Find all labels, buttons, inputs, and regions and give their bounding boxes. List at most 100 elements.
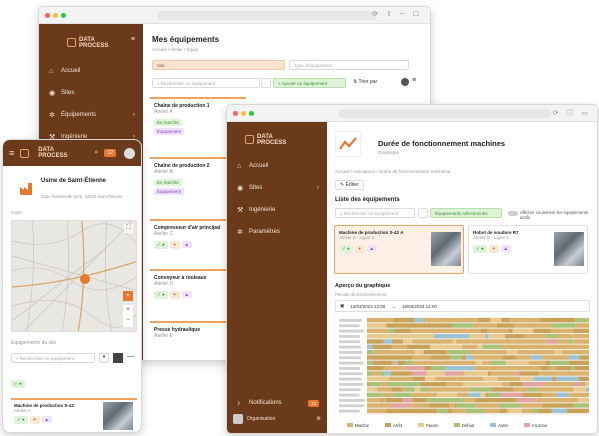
state-segment bbox=[559, 398, 578, 403]
row-label bbox=[339, 377, 362, 381]
legend-item[interactable]: Arrêt bbox=[384, 423, 402, 428]
state-segment bbox=[464, 408, 486, 413]
active-filter-chip[interactable]: ✓ ● bbox=[11, 372, 41, 388]
address-bar[interactable] bbox=[157, 11, 377, 20]
page-title: Durée de fonctionnement machines bbox=[378, 139, 506, 148]
state-segment bbox=[418, 408, 438, 413]
nav-item-notifications[interactable]: ♪ Notifications 12 bbox=[227, 392, 327, 414]
legend-item[interactable]: Autre bbox=[490, 423, 508, 428]
state-segment bbox=[377, 387, 392, 392]
nav-item-home[interactable]: ⌂ Accueil bbox=[227, 155, 327, 177]
hamburger-icon[interactable]: ≡ bbox=[9, 148, 14, 158]
filter-icon-button[interactable] bbox=[261, 78, 271, 88]
state-segment bbox=[367, 408, 387, 413]
type-filter[interactable]: Type d'équipement bbox=[289, 60, 409, 70]
state-segment bbox=[451, 323, 473, 328]
state-segment bbox=[372, 371, 380, 376]
state-segment bbox=[390, 371, 412, 376]
nav-item-sites[interactable]: ◉ Sites bbox=[39, 82, 143, 104]
equipment-card[interactable]: Robot de soudure R7 Atelier B · Ligne 3 ✓… bbox=[468, 225, 588, 274]
timeline-chart[interactable] bbox=[335, 317, 593, 421]
maximize-dot[interactable] bbox=[61, 13, 66, 18]
close-dot[interactable] bbox=[45, 13, 50, 18]
state-segment bbox=[433, 334, 447, 339]
state-segment bbox=[476, 398, 496, 403]
state-segment bbox=[445, 382, 463, 387]
row-label bbox=[339, 409, 360, 413]
nav-item-equipment[interactable]: ✲ Équipements › bbox=[39, 104, 143, 126]
fullscreen-icon[interactable]: ⛶ bbox=[124, 224, 133, 233]
breadcrumb[interactable]: Accueil / Atelier / Équip. bbox=[152, 47, 199, 52]
sort-control[interactable]: ⇅ Trier par bbox=[353, 79, 377, 85]
notification-badge[interactable]: 12 bbox=[104, 149, 116, 157]
filter-icon[interactable]: ▾ bbox=[99, 353, 109, 363]
grid-view-icon[interactable] bbox=[401, 78, 409, 86]
state-segment bbox=[461, 355, 467, 360]
site-filter[interactable]: Site bbox=[152, 60, 285, 70]
status-badge: En marche bbox=[154, 119, 182, 126]
nav-item-sites[interactable]: ◉ Sites › bbox=[227, 177, 327, 199]
state-segment bbox=[571, 366, 576, 371]
minimize-dot[interactable] bbox=[241, 111, 246, 116]
app-logo[interactable]: DATA PROCESS bbox=[227, 122, 327, 155]
app-logo[interactable]: DATA PROCESS bbox=[38, 147, 67, 159]
site-map[interactable]: ⛶ ⌖ + − bbox=[11, 220, 137, 332]
add-equipment-button[interactable]: + Ajouter un équipement bbox=[273, 78, 346, 88]
selected-filter-chip[interactable]: Équipements sélectionnés bbox=[430, 208, 502, 218]
state-segment bbox=[533, 328, 552, 333]
nav-item-home[interactable]: ⌂ Accueil bbox=[39, 60, 143, 82]
state-segment bbox=[538, 408, 552, 413]
breadcrumb[interactable]: Accueil / Indicateurs / Durée de fonctio… bbox=[335, 169, 450, 174]
state-segment bbox=[512, 328, 515, 333]
locate-icon[interactable]: ⌖ bbox=[123, 291, 133, 301]
legend-item[interactable]: Défaut bbox=[453, 423, 474, 428]
grid-view-icon[interactable] bbox=[113, 353, 123, 363]
date-range-picker[interactable]: ▣ 12/03/2024 12:00 → 19/03/2024 12:00 bbox=[335, 300, 590, 312]
minimize-dot[interactable] bbox=[53, 13, 58, 18]
list-view-icon[interactable]: — bbox=[127, 353, 134, 360]
nav-item-settings[interactable]: ✲ Paramètres bbox=[227, 221, 327, 243]
filter-icon-button[interactable] bbox=[418, 208, 428, 218]
state-segment bbox=[422, 318, 427, 323]
maximize-dot[interactable] bbox=[249, 111, 254, 116]
zoom-control[interactable]: + − bbox=[123, 305, 133, 327]
state-segment bbox=[439, 339, 453, 344]
state-segment bbox=[572, 334, 578, 339]
settings-icon[interactable]: ⚙ bbox=[317, 416, 321, 422]
state-segment bbox=[390, 403, 411, 408]
legend-item[interactable]: Marche bbox=[347, 423, 369, 428]
legend-label: Marche bbox=[355, 423, 369, 428]
address-bar[interactable] bbox=[339, 109, 551, 118]
org-switcher[interactable]: Organisation ⚙ bbox=[233, 414, 321, 424]
avatar[interactable] bbox=[124, 147, 135, 159]
edit-button[interactable]: ✎ Éditer bbox=[335, 180, 364, 190]
chevron-icon: › bbox=[133, 112, 135, 118]
search-input[interactable]: ⌕ Rechercher un équipement bbox=[11, 353, 95, 363]
state-segment bbox=[491, 371, 508, 376]
state-segment bbox=[551, 328, 561, 333]
state-segment bbox=[372, 344, 392, 349]
search-input[interactable]: ⌕ Rechercher un équipement bbox=[335, 208, 415, 218]
equipment-card[interactable]: Machine de production S-42 Atelier A ✓ ● ✦… bbox=[11, 398, 137, 432]
row-label bbox=[339, 335, 360, 338]
state-segment bbox=[426, 323, 432, 328]
app-logo[interactable]: DATA PROCESS ≡ bbox=[39, 24, 143, 60]
search-input[interactable]: ⌕ Rechercher un équipement bbox=[152, 78, 260, 88]
legend-item[interactable]: Inconnu bbox=[524, 423, 547, 428]
search-icon[interactable]: ⌕ bbox=[95, 149, 99, 157]
state-segment bbox=[545, 334, 556, 339]
state-segment bbox=[499, 408, 506, 413]
legend-item[interactable]: Pause bbox=[418, 423, 438, 428]
close-dot[interactable] bbox=[233, 111, 238, 116]
row-label bbox=[339, 356, 361, 360]
row-label bbox=[339, 345, 361, 349]
state-segment bbox=[575, 318, 587, 323]
nav-item-engineering[interactable]: ⚒ Ingénierie bbox=[227, 199, 327, 221]
list-view-icon[interactable]: ≡ bbox=[412, 77, 416, 84]
toggle-switch[interactable] bbox=[508, 211, 518, 216]
state-segment bbox=[367, 344, 373, 349]
menu-toggle-icon[interactable]: ≡ bbox=[131, 36, 135, 43]
row-label bbox=[339, 351, 363, 354]
equipment-card-selected[interactable]: Machine de production S-42 A Atelier A · … bbox=[334, 225, 464, 274]
state-segment bbox=[412, 360, 424, 365]
